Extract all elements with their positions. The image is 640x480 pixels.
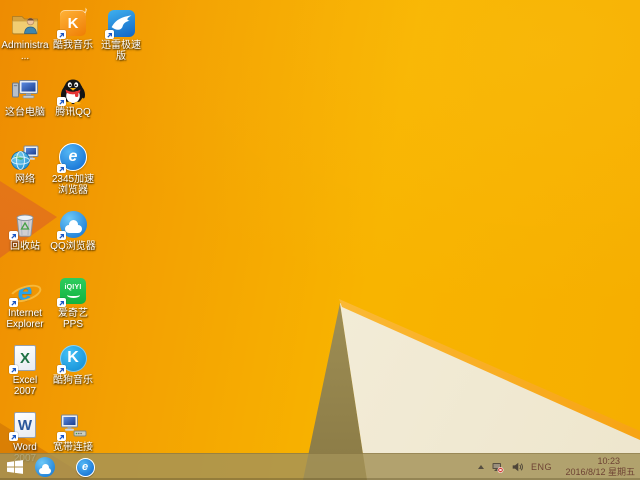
iqiyi-pps-icon: iQIYI <box>57 276 88 307</box>
shortcut-arrow-icon <box>57 231 66 240</box>
network-globe-icon <box>10 142 40 172</box>
2345-browser-icon: e <box>57 142 88 173</box>
desktop-icon-label: Internet Explorer <box>6 308 44 330</box>
desktop-icon-label: QQ浏览器 <box>50 241 96 252</box>
clock-date: 2016/8/12 星期五 <box>565 467 635 477</box>
volume-icon[interactable] <box>511 461 524 473</box>
shortcut-arrow-icon <box>9 298 18 307</box>
desktop-icon-tencent-qq[interactable]: 腾讯QQ <box>49 75 97 118</box>
desktop-icon-recycle-bin[interactable]: 回收站 <box>1 209 49 252</box>
shortcut-arrow-icon <box>57 365 66 374</box>
computer-icon <box>10 75 40 105</box>
desktop-icon-qq-browser[interactable]: QQ浏览器 <box>49 209 97 252</box>
qq-browser-cloud-icon <box>57 209 88 240</box>
kugou-music-icon: K <box>57 343 88 374</box>
2345-e-sphere-icon: e <box>75 457 95 477</box>
internet-explorer-icon: e <box>7 276 44 307</box>
desktop-icon-label: 回收站 <box>10 241 40 252</box>
network-disconnected-icon[interactable] <box>491 461 504 473</box>
desktop-icon-label: 腾讯QQ <box>55 107 91 118</box>
shortcut-arrow-icon <box>57 97 66 106</box>
desktop-icon-label: 网络 <box>15 174 35 185</box>
desktop-icon-label: 酷我音乐 <box>53 40 93 51</box>
shortcut-arrow-icon <box>9 365 18 374</box>
desktop-icon-broadband-connection[interactable]: 宽带连接 <box>49 410 97 453</box>
music-note-icon: ♪ <box>83 5 89 15</box>
shortcut-arrow-icon <box>57 164 66 173</box>
qq-browser-cloud-icon <box>35 457 55 477</box>
kuwo-music-icon: K ♪ <box>57 5 89 39</box>
user-folder-icon <box>10 8 40 38</box>
shortcut-arrow-icon <box>57 432 66 441</box>
taskbar-qq-browser-button[interactable] <box>30 454 60 480</box>
desktop-icon-2345-browser[interactable]: e 2345加速浏览器 <box>49 142 97 196</box>
start-button[interactable] <box>0 454 30 480</box>
desktop-icon-kuwo-music[interactable]: K ♪ 酷我音乐 <box>49 5 97 51</box>
desktop: Administra... 这台电脑 网络 回收站 e Internet Exp… <box>0 0 640 480</box>
desktop-icon-label: Administra... <box>1 40 49 62</box>
broadband-connection-icon <box>57 410 88 441</box>
desktop-icon-label: 2345加速浏览器 <box>51 174 95 196</box>
desktop-icon-network[interactable]: 网络 <box>1 142 49 185</box>
qq-penguin-icon <box>57 75 88 106</box>
desktop-icon-label: 爱奇艺PPS <box>58 308 88 330</box>
desktop-icon-label: 迅雷极速版 <box>101 40 141 62</box>
recycle-bin-icon <box>9 209 40 240</box>
clock-time: 10:23 <box>597 456 620 466</box>
taskbar: e ENG 10:23 2016/8/12 星期五 <box>0 453 640 480</box>
xunlei-bird-icon <box>105 8 136 39</box>
shortcut-arrow-icon <box>9 432 18 441</box>
desktop-icon-xunlei[interactable]: 迅雷极速版 <box>97 8 145 62</box>
system-tray: ENG 10:23 2016/8/12 星期五 <box>477 454 640 480</box>
show-hidden-icons-button[interactable] <box>477 465 484 469</box>
desktop-icon-label: 酷狗音乐 <box>53 375 93 386</box>
desktop-icon-label: 这台电脑 <box>5 107 45 118</box>
shortcut-arrow-icon <box>9 231 18 240</box>
excel-page-icon: X <box>9 343 40 374</box>
shortcut-arrow-icon <box>57 30 66 39</box>
word-page-icon: W <box>9 410 40 441</box>
desktop-icon-iqiyi-pps[interactable]: iQIYI 爱奇艺PPS <box>49 276 97 330</box>
desktop-icon-administrator[interactable]: Administra... <box>1 8 49 62</box>
desktop-icon-kugou-music[interactable]: K 酷狗音乐 <box>49 343 97 386</box>
desktop-icon-label: Excel 2007 <box>12 375 38 397</box>
desktop-icon-internet-explorer[interactable]: e Internet Explorer <box>1 276 49 330</box>
desktop-icon-this-pc[interactable]: 这台电脑 <box>1 75 49 118</box>
desktop-icon-label: 宽带连接 <box>53 442 93 453</box>
windows-logo-icon <box>7 460 23 474</box>
desktop-icon-excel-2007[interactable]: X Excel 2007 <box>1 343 49 397</box>
language-indicator[interactable]: ENG <box>531 462 552 472</box>
shortcut-arrow-icon <box>57 298 66 307</box>
shortcut-arrow-icon <box>105 30 114 39</box>
clock[interactable]: 10:23 2016/8/12 星期五 <box>559 456 635 478</box>
taskbar-2345-browser-button[interactable]: e <box>70 454 100 480</box>
